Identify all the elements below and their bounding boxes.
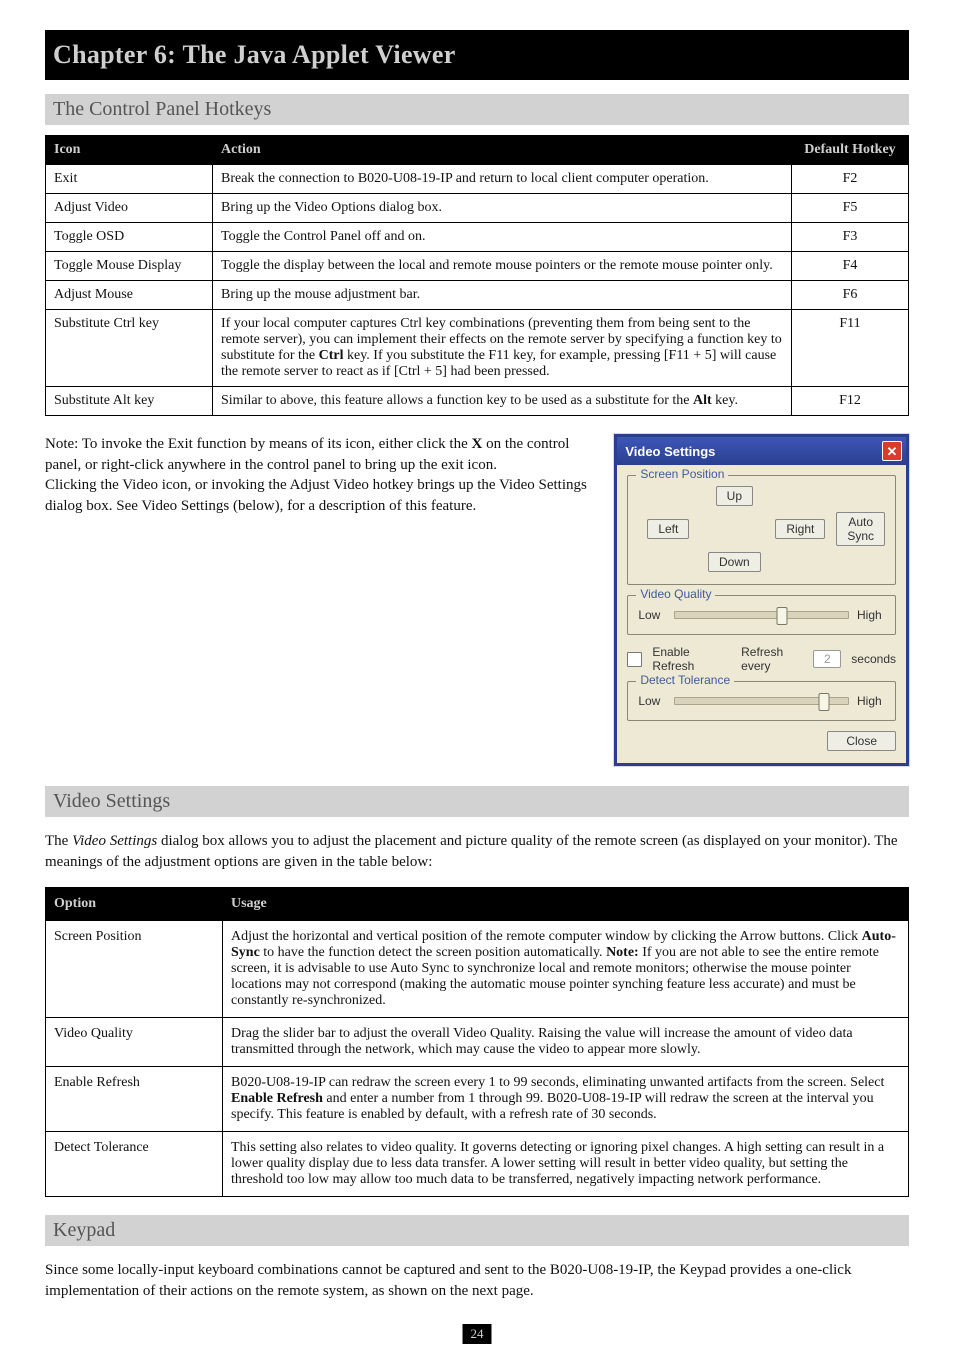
- hotkeys-default: F5: [792, 194, 909, 223]
- hotkeys-default: F6: [792, 281, 909, 310]
- section-heading-keypad: Keypad: [45, 1215, 909, 1246]
- screen-position-legend: Screen Position: [636, 467, 728, 481]
- table-row: Substitute Ctrl key If your local comput…: [46, 310, 909, 387]
- right-button[interactable]: Right: [775, 519, 825, 539]
- auto-sync-button[interactable]: Auto Sync: [836, 512, 885, 546]
- hotkeys-default: F4: [792, 252, 909, 281]
- hotkeys-table-col-default: Default Hotkey: [792, 136, 909, 165]
- video-settings-table: Option Usage Screen Position Adjust the …: [45, 887, 909, 1197]
- page: Chapter 6: The Java Applet Viewer The Co…: [0, 0, 954, 1362]
- table-row: Exit Break the connection to B020-U08-19…: [46, 165, 909, 194]
- vs-usage: This setting also relates to video quali…: [223, 1132, 909, 1197]
- dialog-titlebar[interactable]: Video Settings ✕: [617, 437, 906, 465]
- video-settings-dialog: Video Settings ✕ Screen Position Up Left…: [614, 434, 909, 766]
- dialog-body: Screen Position Up Left Right Down Auto …: [617, 465, 906, 763]
- hotkeys-action: Similar to above, this feature allows a …: [213, 387, 792, 416]
- hotkeys-action: Bring up the Video Options dialog box.: [213, 194, 792, 223]
- vs-table-col-option: Option: [46, 888, 223, 921]
- hotkeys-icon: Substitute Alt key: [46, 387, 213, 416]
- after-table-row: Note: To invoke the Exit function by mea…: [45, 434, 909, 766]
- vs-table-col-usage: Usage: [223, 888, 909, 921]
- section-heading-video-settings: Video Settings: [45, 786, 909, 817]
- refresh-seconds-spinner[interactable]: 2: [813, 650, 841, 668]
- video-quality-legend: Video Quality: [636, 587, 715, 601]
- section-heading-video-settings-text: Video Settings: [53, 790, 170, 812]
- table-row: Adjust Mouse Bring up the mouse adjustme…: [46, 281, 909, 310]
- detect-tolerance-slider[interactable]: Low High: [638, 694, 885, 708]
- screen-position-group: Screen Position Up Left Right Down Auto …: [627, 475, 896, 585]
- keypad-body: Since some locally-input keyboard combin…: [45, 1260, 909, 1302]
- table-row: Detect Tolerance This setting also relat…: [46, 1132, 909, 1197]
- slider-track[interactable]: [674, 611, 849, 619]
- vs-option: Enable Refresh: [46, 1067, 223, 1132]
- enable-refresh-row: Enable Refresh Refresh every 2 seconds: [627, 645, 896, 673]
- hotkeys-default: F3: [792, 223, 909, 252]
- hotkeys-icon: Toggle Mouse Display: [46, 252, 213, 281]
- hotkeys-action: If your local computer captures Ctrl key…: [213, 310, 792, 387]
- hotkeys-action: Toggle the Control Panel off and on.: [213, 223, 792, 252]
- section-heading-hotkeys-text: The Control Panel Hotkeys: [53, 98, 271, 120]
- hotkeys-default: F2: [792, 165, 909, 194]
- hotkeys-icon: Substitute Ctrl key: [46, 310, 213, 387]
- page-number: 24: [463, 1324, 492, 1344]
- section-heading-hotkeys: The Control Panel Hotkeys: [45, 94, 909, 125]
- hotkeys-action: Break the connection to B020-U08-19-IP a…: [213, 165, 792, 194]
- hotkeys-table-col-icon: Icon: [46, 136, 213, 165]
- close-icon[interactable]: ✕: [882, 441, 902, 461]
- refresh-seconds-value: 2: [814, 651, 840, 667]
- hotkeys-action: Bring up the mouse adjustment bar.: [213, 281, 792, 310]
- video-settings-intro: The Video Settings dialog box allows you…: [45, 831, 909, 873]
- up-button[interactable]: Up: [716, 486, 753, 506]
- table-row: Video Quality Drag the slider bar to adj…: [46, 1018, 909, 1067]
- hotkeys-table-col-action: Action: [213, 136, 792, 165]
- left-button[interactable]: Left: [647, 519, 689, 539]
- dialog-actions: Close: [627, 731, 896, 751]
- vs-option: Screen Position: [46, 921, 223, 1018]
- slider-low-label: Low: [638, 608, 666, 622]
- hotkeys-icon: Adjust Video: [46, 194, 213, 223]
- table-row: Adjust Video Bring up the Video Options …: [46, 194, 909, 223]
- slider-track[interactable]: [674, 697, 849, 705]
- hotkeys-action: Toggle the display between the local and…: [213, 252, 792, 281]
- vs-usage: B020-U08-19-IP can redraw the screen eve…: [223, 1067, 909, 1132]
- table-row: Toggle Mouse Display Toggle the display …: [46, 252, 909, 281]
- slider-high-label: High: [857, 608, 885, 622]
- hotkeys-table: Icon Action Default Hotkey Exit Break th…: [45, 135, 909, 416]
- hotkeys-default: F11: [792, 310, 909, 387]
- section-heading-keypad-text: Keypad: [53, 1219, 115, 1241]
- hotkeys-icon: Toggle OSD: [46, 223, 213, 252]
- slider-thumb[interactable]: [777, 607, 788, 625]
- hotkeys-table-body: Exit Break the connection to B020-U08-19…: [46, 165, 909, 416]
- vs-usage: Adjust the horizontal and vertical posit…: [223, 921, 909, 1018]
- chapter-title-bar: Chapter 6: The Java Applet Viewer: [45, 30, 909, 80]
- enable-refresh-label: Enable Refresh: [652, 645, 721, 673]
- video-quality-group: Video Quality Low High: [627, 595, 896, 635]
- hotkeys-icon: Exit: [46, 165, 213, 194]
- vs-usage: Drag the slider bar to adjust the overal…: [223, 1018, 909, 1067]
- after-table-note: Note: To invoke the Exit function by mea…: [45, 434, 588, 517]
- table-row: Screen Position Adjust the horizontal an…: [46, 921, 909, 1018]
- slider-low-label: Low: [638, 694, 666, 708]
- slider-high-label: High: [857, 694, 885, 708]
- refresh-every-label: Refresh every: [741, 645, 803, 673]
- hotkeys-default: F12: [792, 387, 909, 416]
- dialog-title: Video Settings: [625, 444, 715, 459]
- close-button[interactable]: Close: [827, 731, 896, 751]
- table-row: Enable Refresh B020-U08-19-IP can redraw…: [46, 1067, 909, 1132]
- slider-thumb[interactable]: [818, 693, 829, 711]
- detect-tolerance-group: Detect Tolerance Low High: [627, 681, 896, 721]
- chapter-title: Chapter 6: The Java Applet Viewer: [53, 40, 456, 69]
- detect-tolerance-legend: Detect Tolerance: [636, 673, 734, 687]
- table-row: Toggle OSD Toggle the Control Panel off …: [46, 223, 909, 252]
- vs-option: Video Quality: [46, 1018, 223, 1067]
- vs-option: Detect Tolerance: [46, 1132, 223, 1197]
- hotkeys-icon: Adjust Mouse: [46, 281, 213, 310]
- seconds-label: seconds: [851, 652, 896, 666]
- down-button[interactable]: Down: [708, 552, 761, 572]
- enable-refresh-checkbox[interactable]: [627, 652, 642, 667]
- video-quality-slider[interactable]: Low High: [638, 608, 885, 622]
- table-row: Substitute Alt key Similar to above, thi…: [46, 387, 909, 416]
